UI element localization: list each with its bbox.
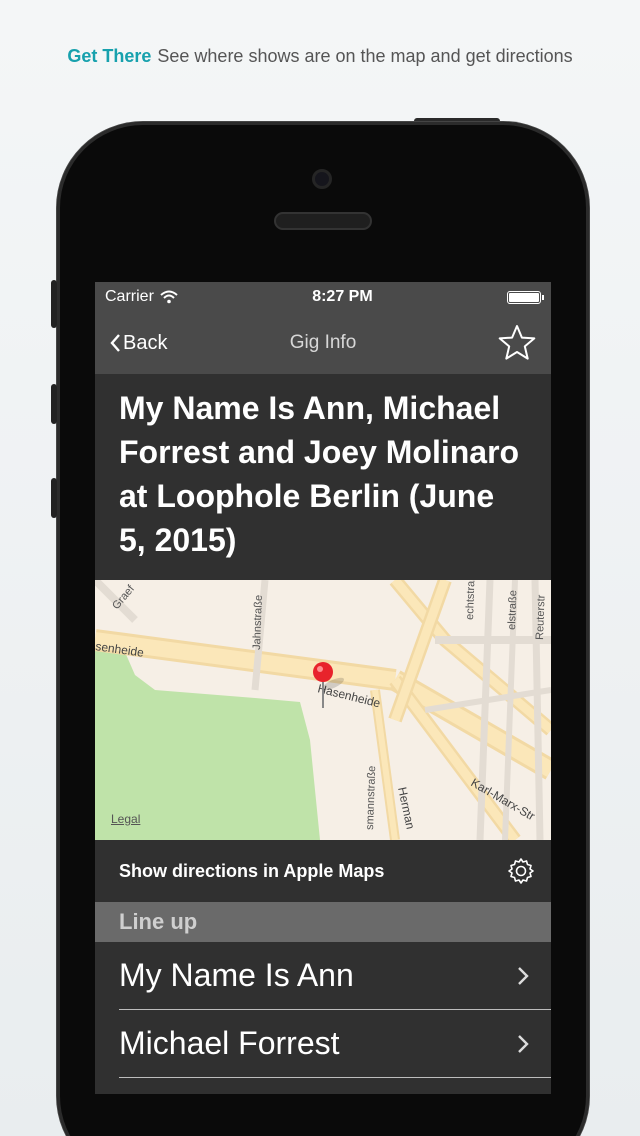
promo-caption: Get There See where shows are on the map …: [0, 46, 640, 67]
lineup-header: Line up: [95, 902, 551, 942]
status-bar: Carrier 8:27 PM: [95, 282, 551, 312]
back-button[interactable]: Back: [109, 332, 167, 355]
gear-icon[interactable]: [507, 857, 535, 885]
map-legal-link[interactable]: Legal: [111, 812, 140, 826]
clock: 8:27 PM: [312, 288, 373, 305]
back-label: Back: [123, 331, 168, 354]
list-item[interactable]: My Name Is Ann: [119, 942, 551, 1010]
street-label: smannstraße: [364, 766, 378, 831]
earpiece-speaker: [274, 212, 372, 230]
star-icon[interactable]: [497, 323, 537, 363]
list-item[interactable]: Michael Forrest: [119, 1010, 551, 1078]
nav-bar: Back Gig Info: [95, 312, 551, 374]
map-canvas: Graef senheide Jahnstraße Hasenheide sma…: [95, 580, 551, 840]
battery-icon: [506, 290, 544, 304]
front-camera: [312, 169, 332, 189]
directions-row[interactable]: Show directions in Apple Maps: [95, 840, 551, 902]
directions-label: Show directions in Apple Maps: [119, 860, 385, 881]
wifi-icon: [160, 290, 178, 304]
phone-screen: Carrier 8:27 PM Back Gig Info My Name Is…: [95, 282, 551, 1094]
map-view[interactable]: Graef senheide Jahnstraße Hasenheide sma…: [95, 580, 551, 840]
street-label: elstraße: [506, 590, 519, 630]
caption-highlight: Get There: [67, 46, 152, 66]
street-label: echtstraße: [464, 580, 478, 620]
artist-name: My Name Is Ann: [119, 957, 354, 993]
carrier-label: Carrier: [105, 288, 154, 305]
chevron-right-icon: [518, 1034, 529, 1053]
street-label: Jahnstraße: [251, 595, 265, 650]
chevron-right-icon: [518, 966, 529, 985]
gig-title: My Name Is Ann, Michael Forrest and Joey…: [95, 374, 551, 580]
chevron-left-icon: [110, 334, 120, 352]
volume-up-button: [51, 384, 57, 424]
artist-name: Michael Forrest: [119, 1025, 340, 1061]
street-label: Reuterstr: [534, 594, 548, 640]
caption-text: See where shows are on the map and get d…: [157, 46, 573, 66]
mute-switch: [51, 280, 57, 328]
volume-down-button: [51, 478, 57, 518]
